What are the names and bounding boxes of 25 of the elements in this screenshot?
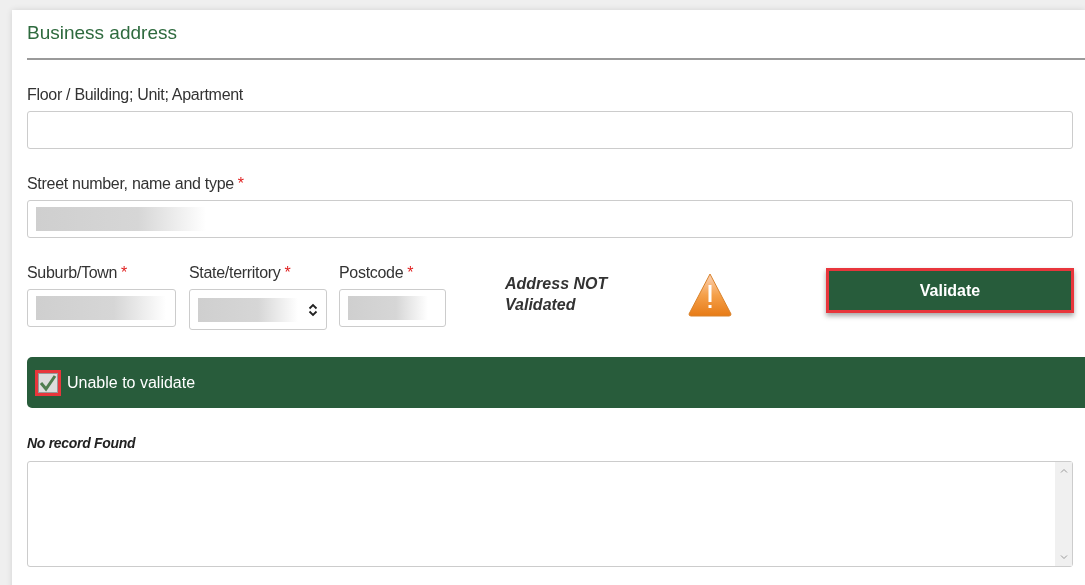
text-area[interactable] xyxy=(27,461,1073,567)
field-label: Street number, name and type xyxy=(27,175,234,193)
checkbox[interactable] xyxy=(35,369,61,396)
input-field[interactable] xyxy=(27,111,1073,149)
required-mark: * xyxy=(407,264,414,282)
section-title: Business address xyxy=(27,21,177,44)
select-field[interactable] xyxy=(189,289,327,330)
field-label: Floor / Building; Unit; Apartment xyxy=(27,86,243,104)
validate-button[interactable]: Validate xyxy=(826,268,1074,313)
required-mark: * xyxy=(237,175,245,193)
field-label: State/territory xyxy=(189,264,281,282)
field-label: Suburb/Town xyxy=(27,264,118,282)
up-down-arrows-icon xyxy=(308,302,318,317)
scrollbar[interactable] xyxy=(1055,462,1072,566)
notes-label: No record Found xyxy=(27,435,136,451)
input-field[interactable] xyxy=(27,200,1073,238)
scroll-down-icon[interactable] xyxy=(1059,555,1068,560)
input-field[interactable] xyxy=(339,289,446,327)
required-mark: * xyxy=(284,264,291,282)
field-label: Postcode xyxy=(339,264,404,282)
scroll-up-icon[interactable] xyxy=(1059,468,1068,473)
input-field[interactable] xyxy=(27,289,176,327)
checkbox-label[interactable]: Unable to validate xyxy=(67,373,196,392)
validation-status: Address NOT Validated xyxy=(505,274,610,315)
required-mark: * xyxy=(121,264,128,282)
